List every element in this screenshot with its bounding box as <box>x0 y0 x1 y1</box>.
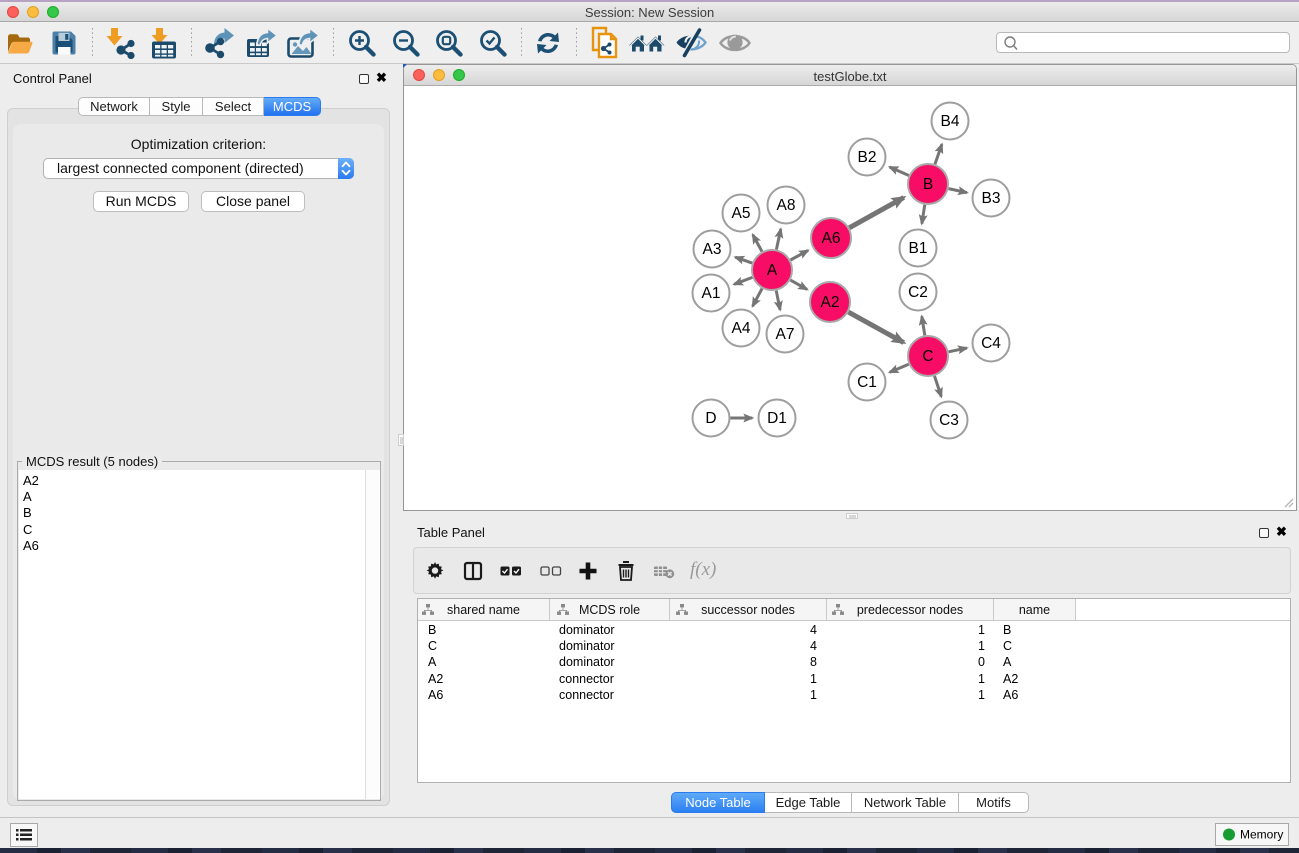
svg-text:B: B <box>923 176 933 193</box>
svg-text:B1: B1 <box>909 240 928 257</box>
svg-text:B3: B3 <box>982 190 1001 207</box>
svg-text:D: D <box>705 410 716 427</box>
svg-text:C4: C4 <box>981 335 1001 352</box>
svg-text:Memory: Memory <box>1240 828 1283 842</box>
svg-text:B2: B2 <box>858 149 877 166</box>
svg-text:A4: A4 <box>732 320 751 337</box>
svg-text:A5: A5 <box>732 205 751 222</box>
svg-text:A1: A1 <box>702 285 721 302</box>
svg-text:A8: A8 <box>777 197 796 214</box>
svg-text:B4: B4 <box>941 113 960 130</box>
svg-text:C1: C1 <box>857 374 877 391</box>
svg-text:A: A <box>767 262 778 279</box>
svg-text:D1: D1 <box>767 410 787 427</box>
svg-text:A7: A7 <box>776 326 795 343</box>
svg-text:A2: A2 <box>821 294 840 311</box>
svg-text:A6: A6 <box>822 230 841 247</box>
svg-text:C3: C3 <box>939 412 959 429</box>
svg-text:C: C <box>922 348 933 365</box>
svg-text:C2: C2 <box>908 284 928 301</box>
svg-text:A3: A3 <box>703 241 722 258</box>
